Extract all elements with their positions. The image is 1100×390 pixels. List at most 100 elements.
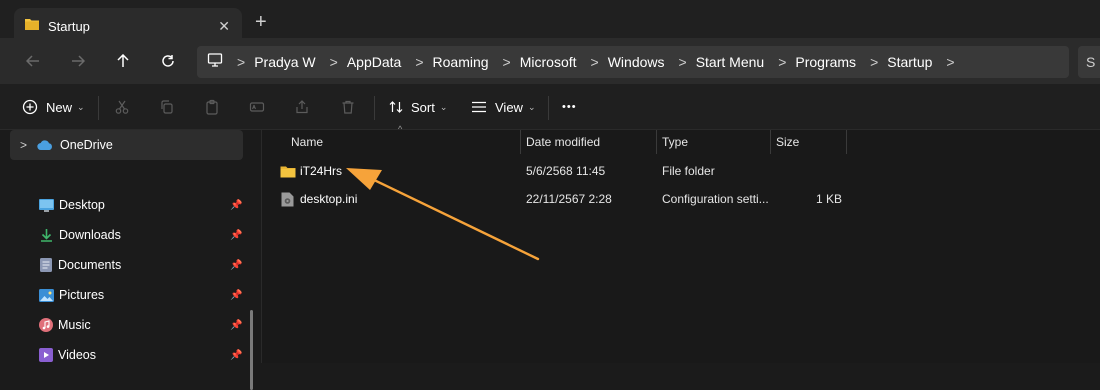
column-divider[interactable] <box>656 130 657 154</box>
breadcrumb-microsoft[interactable]: Microsoft <box>520 54 577 70</box>
sidebar-scrollbar[interactable] <box>250 310 253 390</box>
chevron-down-icon: ⌄ <box>439 101 448 112</box>
sidebar-item-downloads[interactable]: Downloads 📌 <box>0 220 248 250</box>
view-label: View <box>495 99 523 115</box>
folder-icon <box>24 17 40 36</box>
this-pc-icon <box>207 52 223 72</box>
address-bar[interactable]: > Pradya W > AppData > Roaming > Microso… <box>197 46 1069 78</box>
pictures-icon <box>39 288 54 302</box>
new-label: New <box>46 99 73 115</box>
pin-icon: 📌 <box>230 349 243 361</box>
copy-button[interactable] <box>159 84 175 130</box>
file-list: ^ Name Date modified Type Size iT24Hrs 5… <box>262 124 1100 363</box>
documents-icon <box>40 258 52 272</box>
breadcrumb-separator: > <box>590 54 599 70</box>
onedrive-icon <box>37 139 53 151</box>
divider <box>548 96 549 120</box>
file-name: iT24Hrs <box>300 164 343 178</box>
view-list-icon <box>472 101 486 113</box>
column-header-date-modified[interactable]: Date modified <box>526 130 600 154</box>
breadcrumb-expand-chevron[interactable]: > <box>946 54 954 70</box>
sidebar-item-documents[interactable]: Documents 📌 <box>0 250 248 280</box>
more-options-button[interactable]: ••• <box>562 84 577 130</box>
navigation-bar: > Pradya W > AppData > Roaming > Microso… <box>0 38 1100 84</box>
sidebar-item-label: Videos <box>58 348 96 362</box>
arrow-up-icon <box>117 54 129 67</box>
column-header-type[interactable]: Type <box>662 130 688 154</box>
navigation-pane: > OneDrive Desktop 📌 Downloads 📌 Documen… <box>0 130 262 390</box>
column-header-size[interactable]: Size <box>776 130 799 154</box>
file-date-modified: 5/6/2568 11:45 <box>526 164 606 178</box>
file-row-desktop-ini[interactable]: desktop.ini 22/11/2567 2:28 Configuratio… <box>262 186 1100 212</box>
downloads-icon <box>40 228 53 242</box>
divider <box>98 96 99 120</box>
sidebar-item-desktop[interactable]: Desktop 📌 <box>0 190 248 220</box>
sidebar-item-pictures[interactable]: Pictures 📌 <box>0 280 248 310</box>
chevron-right-icon[interactable]: > <box>20 138 27 152</box>
breadcrumb-startup[interactable]: Startup <box>887 54 932 70</box>
pin-icon: 📌 <box>230 259 243 271</box>
share-icon <box>296 100 308 114</box>
search-input[interactable]: S <box>1078 46 1100 78</box>
column-divider[interactable] <box>770 130 771 154</box>
arrow-left-icon <box>26 55 39 67</box>
sidebar-item-onedrive[interactable]: > OneDrive <box>10 130 243 160</box>
file-type: File folder <box>662 164 715 178</box>
music-icon <box>39 318 53 332</box>
share-button[interactable] <box>294 84 310 130</box>
column-divider[interactable] <box>520 130 521 154</box>
rename-button[interactable] <box>249 84 265 130</box>
file-size: 1 KB <box>816 192 843 206</box>
new-tab-button[interactable]: + <box>255 12 267 32</box>
new-button[interactable]: New ⌄ <box>22 84 85 130</box>
breadcrumb-windows[interactable]: Windows <box>608 54 665 70</box>
sidebar-item-label: Pictures <box>59 288 105 302</box>
column-divider[interactable] <box>846 130 847 154</box>
chevron-down-icon: ⌄ <box>77 101 85 112</box>
breadcrumb-pradya-w[interactable]: Pradya W <box>254 54 315 70</box>
file-row-it24hrs[interactable]: iT24Hrs 5/6/2568 11:45 File folder <box>262 158 1100 184</box>
breadcrumb-separator: > <box>502 54 511 70</box>
file-name: desktop.ini <box>300 192 358 206</box>
trash-icon <box>342 100 354 114</box>
up-button[interactable] <box>108 38 138 84</box>
tab-title: Startup <box>48 19 90 34</box>
file-date-modified: 22/11/2567 2:28 <box>526 192 612 206</box>
copy-icon <box>161 100 173 114</box>
pin-icon: 📌 <box>230 289 243 301</box>
delete-button[interactable] <box>340 84 356 130</box>
breadcrumb-programs[interactable]: Programs <box>795 54 856 70</box>
breadcrumb-roaming[interactable]: Roaming <box>433 54 489 70</box>
videos-icon <box>39 348 53 362</box>
plus-circle-icon <box>22 99 38 115</box>
sort-ascending-icon: ^ <box>398 124 403 134</box>
divider <box>374 96 375 120</box>
breadcrumb-separator: > <box>415 54 424 70</box>
breadcrumb-start-menu[interactable]: Start Menu <box>696 54 764 70</box>
command-bar: New ⌄ Sort ⌄ View ⌄ ••• <box>0 84 1100 130</box>
desktop-icon <box>39 198 54 212</box>
back-button[interactable] <box>18 38 48 84</box>
sort-icon <box>389 101 403 113</box>
breadcrumb-appdata[interactable]: AppData <box>347 54 401 70</box>
refresh-button[interactable] <box>153 38 183 84</box>
view-button[interactable]: View ⌄ <box>471 84 536 130</box>
forward-button[interactable] <box>63 38 93 84</box>
sort-button[interactable]: Sort ⌄ <box>388 84 447 130</box>
pin-icon: 📌 <box>230 199 243 211</box>
cut-icon <box>115 100 129 114</box>
cut-button[interactable] <box>114 84 130 130</box>
paste-button[interactable] <box>204 84 220 130</box>
breadcrumb-separator: > <box>778 54 787 70</box>
close-tab-icon[interactable]: ✕ <box>218 18 230 35</box>
sidebar-item-videos[interactable]: Videos 📌 <box>0 340 248 370</box>
rename-icon <box>249 102 265 112</box>
column-header-name[interactable]: Name <box>291 130 323 154</box>
sidebar-item-label: Desktop <box>59 198 105 212</box>
sidebar-item-label: Documents <box>58 258 122 272</box>
paste-icon <box>206 99 218 115</box>
folder-icon <box>280 158 296 184</box>
file-type: Configuration setti... <box>662 192 769 206</box>
sidebar-item-music[interactable]: Music 📌 <box>0 310 248 340</box>
breadcrumb-separator: > <box>237 54 246 70</box>
